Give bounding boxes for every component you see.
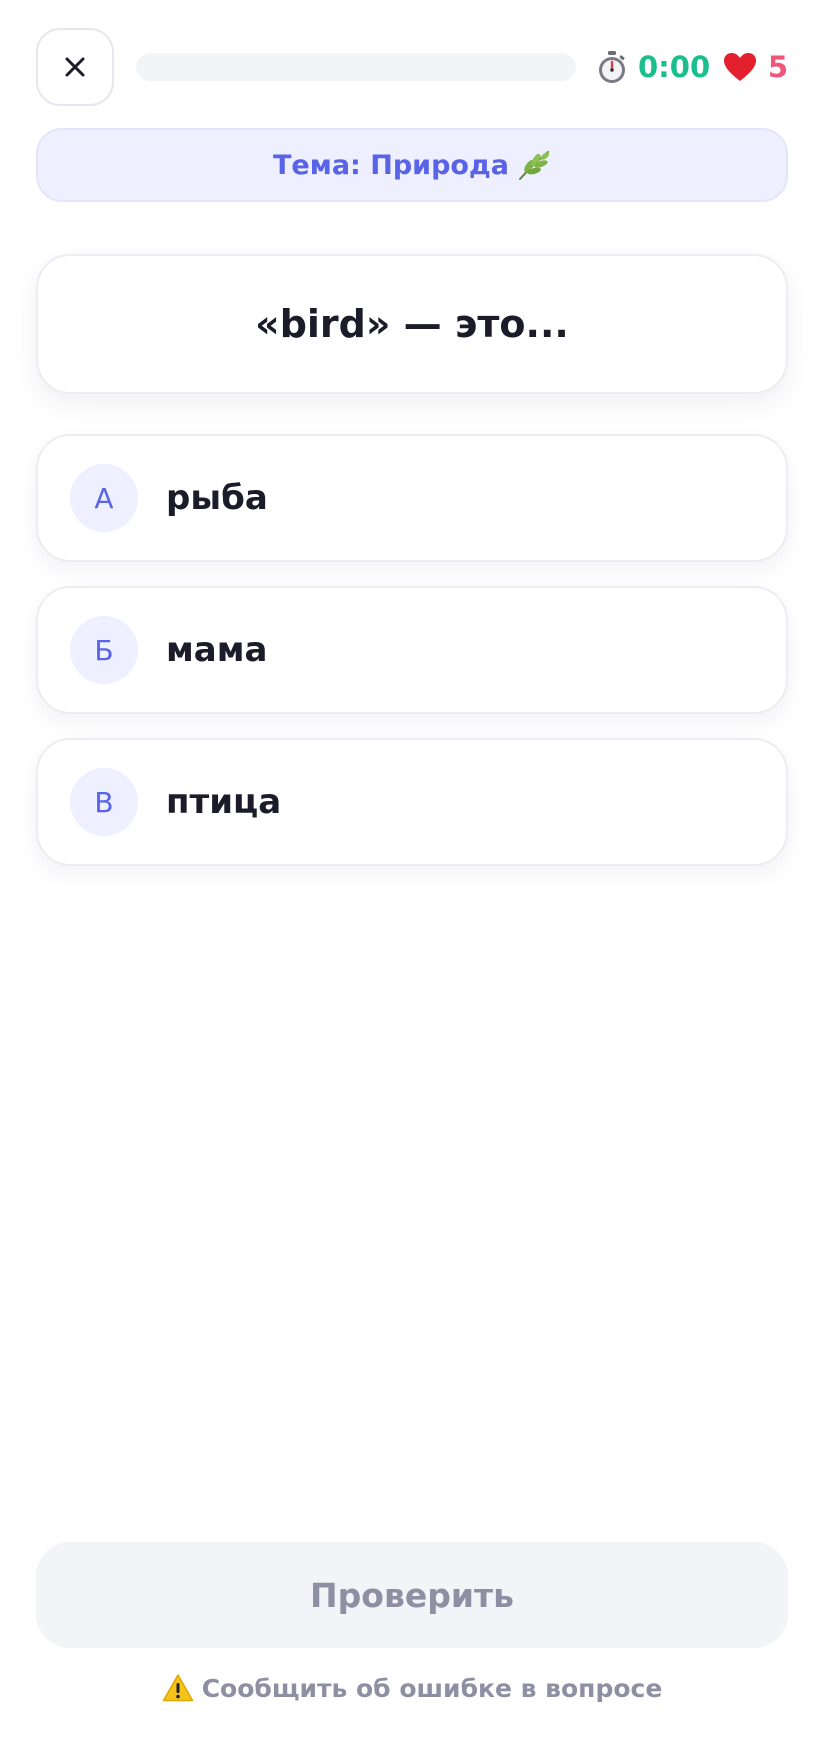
close-button[interactable] bbox=[36, 28, 114, 106]
option-letter: А bbox=[70, 464, 138, 532]
option-letter: В bbox=[70, 768, 138, 836]
check-button[interactable]: Проверить bbox=[36, 1542, 788, 1648]
lives-value: 5 bbox=[767, 50, 788, 84]
answer-option-a[interactable]: А рыба bbox=[36, 434, 788, 562]
leaf-icon bbox=[518, 151, 550, 180]
warning-icon bbox=[162, 1674, 193, 1702]
stopwatch-icon bbox=[599, 51, 625, 83]
report-label: Сообщить об ошибке в вопросе bbox=[201, 1673, 663, 1703]
question-card: «bird» — это... bbox=[36, 254, 788, 394]
topic-label: Тема: Природа bbox=[273, 149, 509, 181]
timer-value: 0:00 bbox=[638, 50, 711, 84]
topic-banner: Тема: Природа bbox=[36, 128, 788, 202]
progress-bar bbox=[136, 53, 576, 81]
answer-option-c[interactable]: В птица bbox=[36, 738, 788, 866]
report-error-link[interactable]: Сообщить об ошибке в вопросе bbox=[0, 1668, 824, 1708]
option-text: рыба bbox=[166, 478, 268, 518]
heart-icon bbox=[723, 53, 756, 81]
timer: 0:00 bbox=[596, 50, 710, 84]
quiz-header: 0:00 5 bbox=[36, 28, 788, 106]
question-text: «bird» — это... bbox=[255, 302, 569, 346]
option-letter: Б bbox=[70, 616, 138, 684]
lives-counter: 5 bbox=[722, 50, 788, 84]
answer-option-b[interactable]: Б мама bbox=[36, 586, 788, 714]
option-text: мама bbox=[166, 630, 268, 670]
close-icon bbox=[65, 57, 85, 77]
option-text: птица bbox=[166, 782, 282, 822]
